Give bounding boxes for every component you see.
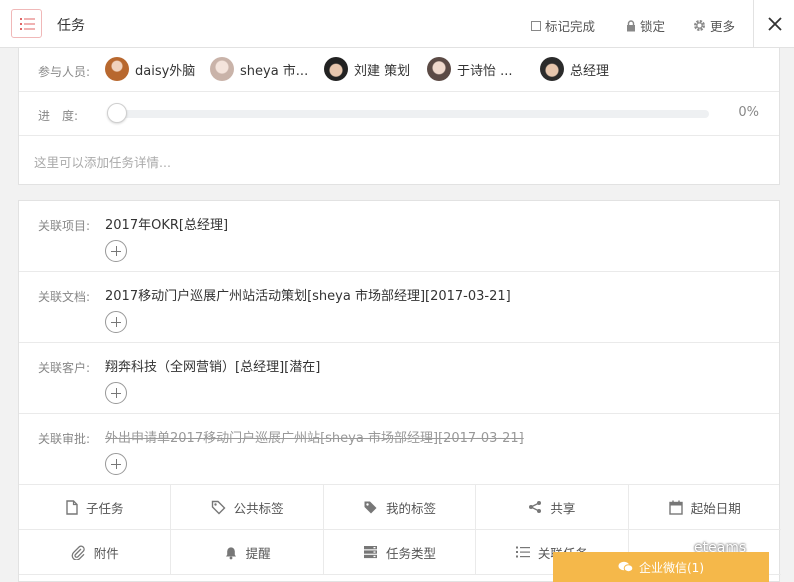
add-related-approval-button[interactable]	[105, 453, 127, 475]
share-icon	[529, 501, 542, 513]
public-tags-label: 公共标签	[233, 500, 284, 516]
tag-outline-icon	[211, 500, 226, 514]
task-description-input[interactable]: 这里可以添加任务详情...	[34, 152, 171, 171]
members-row: 参与人员: daisy外脑 sheya 市... 刘建 策划 于诗怡 ... 总…	[19, 48, 779, 92]
avatar	[540, 57, 564, 81]
add-related-project-button[interactable]	[105, 240, 127, 262]
close-button[interactable]	[753, 0, 794, 48]
paperclip-icon	[71, 545, 85, 560]
chat-bubble-icon	[618, 561, 633, 573]
mark-done-button[interactable]: 标记完成	[531, 16, 595, 35]
lock-icon	[627, 19, 635, 31]
avatar	[105, 57, 129, 81]
my-tags-button[interactable]: 我的标签	[323, 485, 477, 530]
task-summary-card: 参与人员: daisy外脑 sheya 市... 刘建 策划 于诗怡 ... 总…	[18, 48, 780, 185]
file-icon	[66, 499, 78, 515]
member-name: daisy外脑	[135, 63, 196, 79]
progress-track[interactable]	[111, 110, 709, 118]
checkbox-icon	[531, 20, 541, 31]
related-customer-label: 关联客户:	[38, 361, 91, 375]
member-chip[interactable]: sheya 市...	[210, 57, 308, 81]
list-icon	[515, 546, 530, 558]
header: 任务 标记完成 锁定 更多	[0, 0, 794, 48]
related-project-link[interactable]: 2017年OKR[总经理]	[105, 214, 228, 233]
member-chip[interactable]: 刘建 策划	[324, 57, 410, 81]
reminder-label: 提醒	[245, 545, 271, 561]
tag-icon	[364, 501, 377, 513]
share-label: 共享	[550, 500, 576, 516]
start-date-button[interactable]: 起始日期	[628, 485, 781, 530]
bell-icon	[225, 546, 236, 559]
start-date-label: 起始日期	[690, 500, 741, 516]
member-chip[interactable]: daisy外脑	[105, 57, 195, 81]
page-title: 任务	[57, 18, 85, 34]
related-document-link[interactable]: 2017移动门户巡展广州站活动策划[sheya 市场部经理][2017-03-2…	[105, 285, 511, 304]
members-label: 参与人员:	[38, 65, 91, 79]
subtask-button[interactable]: 子任务	[19, 485, 172, 530]
related-project-row: 关联项目: 2017年OKR[总经理]	[19, 201, 779, 272]
more-button[interactable]: 更多	[693, 16, 735, 35]
progress-label: 进 度:	[38, 109, 79, 123]
related-document-label: 关联文档:	[38, 290, 91, 304]
close-icon	[768, 17, 782, 31]
avatar	[427, 57, 451, 81]
lock-button[interactable]: 锁定	[626, 16, 665, 35]
member-name: 刘建 策划	[354, 63, 411, 79]
calendar-icon	[669, 500, 683, 515]
relations-card: 关联项目: 2017年OKR[总经理] 关联文档: 2017移动门户巡展广州站活…	[18, 200, 781, 582]
member-name: sheya 市...	[240, 63, 309, 79]
task-type-button[interactable]: 任务类型	[323, 530, 477, 575]
related-approval-label: 关联审批:	[38, 432, 91, 446]
public-tags-button[interactable]: 公共标签	[171, 485, 324, 530]
related-project-label: 关联项目:	[38, 219, 91, 233]
add-related-customer-button[interactable]	[105, 382, 127, 404]
member-chip[interactable]: 总经理	[540, 57, 609, 81]
task-type-label: 任务类型	[385, 545, 436, 561]
progress-slider-handle[interactable]	[107, 103, 127, 123]
progress-percent: 0%	[738, 105, 759, 120]
reminder-button[interactable]: 提醒	[171, 530, 324, 575]
related-customer-link[interactable]: 翔奔科技（全网营销）[总经理][潜在]	[105, 356, 320, 375]
member-name: 总经理	[570, 63, 610, 79]
avatar	[324, 57, 348, 81]
related-approval-row: 关联审批: 外出申请单2017移动门户巡展广州站[sheya 市场部经理][20…	[19, 414, 779, 485]
share-button[interactable]: 共享	[476, 485, 629, 530]
subtask-label: 子任务	[85, 500, 124, 516]
member-chip[interactable]: 于诗怡 ...	[427, 57, 513, 81]
server-icon	[363, 546, 377, 559]
add-related-document-button[interactable]	[105, 311, 127, 333]
mark-done-label: 标记完成	[545, 19, 596, 34]
list-menu-icon	[20, 18, 35, 30]
attachment-button[interactable]: 附件	[19, 530, 172, 575]
more-label: 更多	[710, 19, 736, 34]
progress-row: 进 度: 0%	[19, 92, 779, 136]
my-tags-label: 我的标签	[385, 500, 436, 516]
member-name: 于诗怡 ...	[457, 63, 513, 79]
related-document-row: 关联文档: 2017移动门户巡展广州站活动策划[sheya 市场部经理][201…	[19, 272, 779, 343]
gear-icon	[693, 19, 706, 32]
attachment-label: 附件	[93, 545, 119, 561]
related-customer-row: 关联客户: 翔奔科技（全网营销）[总经理][潜在]	[19, 343, 779, 414]
related-approval-link[interactable]: 外出申请单2017移动门户巡展广州站[sheya 市场部经理][2017-03-…	[105, 427, 524, 446]
lock-label: 锁定	[640, 19, 666, 34]
menu-button[interactable]	[11, 9, 42, 38]
avatar	[210, 57, 234, 81]
wechat-work-label: 企业微信(1)	[639, 560, 704, 575]
wechat-work-bar[interactable]: 企业微信(1)	[553, 552, 769, 582]
